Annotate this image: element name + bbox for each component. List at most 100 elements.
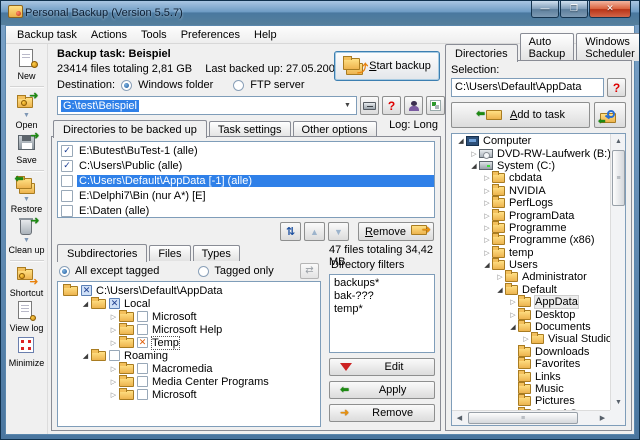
menu-item[interactable]: Help <box>247 27 284 43</box>
menu-item[interactable]: Tools <box>134 27 174 43</box>
directory-list-row[interactable]: C:\Users\Public (alle) <box>58 158 434 173</box>
computer-tree-row[interactable]: Computer <box>452 135 610 147</box>
vertical-scroll-thumb[interactable]: ≡ <box>612 150 625 206</box>
selection-path-input[interactable]: C:\Users\Default\AppData <box>451 78 604 97</box>
sidebar-item-cleanup[interactable]: ➜ ▼ Clean up <box>8 216 44 255</box>
expander-icon[interactable] <box>108 313 119 321</box>
computer-tree-row[interactable]: Pictures <box>452 395 610 407</box>
tab-directories-to-backup[interactable]: Directories to be backed up <box>53 120 207 138</box>
all-except-tagged-label[interactable]: All except tagged <box>75 265 159 277</box>
tagged-only-radio[interactable] <box>198 266 209 277</box>
tag-checkbox[interactable] <box>81 285 92 296</box>
all-except-tagged-radio[interactable] <box>59 266 70 277</box>
expander-icon[interactable] <box>80 300 91 308</box>
directory-checkbox[interactable] <box>61 160 73 172</box>
expander-icon[interactable] <box>108 365 119 373</box>
expander-icon[interactable] <box>482 236 492 244</box>
expander-icon[interactable] <box>508 311 518 319</box>
remove-directory-button[interactable]: Remove ➜ <box>358 222 434 241</box>
sidebar-item-save[interactable]: ➜ Save <box>15 132 39 165</box>
computer-tree-row[interactable]: Default <box>452 284 610 296</box>
expander-icon[interactable] <box>495 273 505 281</box>
directory-list-row[interactable]: E:\Butest\BuTest-1 (alle) <box>58 143 434 158</box>
expander-icon[interactable] <box>482 187 492 195</box>
minimize-window-button[interactable]: — <box>531 1 559 18</box>
computer-tree-row[interactable]: NVIDIA <box>452 185 610 197</box>
tag-checkbox[interactable] <box>137 363 148 374</box>
subdirectory-tree-row[interactable]: Microsoft Help <box>58 323 320 336</box>
computer-tree-row[interactable]: DVD-RW-Laufwerk (B:) <box>452 147 610 159</box>
destination-ftp-radio[interactable] <box>233 80 244 91</box>
computer-tree-row[interactable]: Links <box>452 370 610 382</box>
tab-auto-backup[interactable]: Auto Backup <box>520 33 575 61</box>
move-up-button[interactable]: ▲ <box>304 222 325 241</box>
sidebar-item-shortcut[interactable]: ➜ Shortcut <box>10 265 44 298</box>
computer-tree-row[interactable]: temp <box>452 247 610 259</box>
tab-other-options[interactable]: Other options <box>293 121 377 137</box>
subdirectory-tree-row[interactable]: Microsoft <box>58 310 320 323</box>
sidebar-item-open[interactable]: ➜ ▼ Open <box>15 91 39 130</box>
combo-dropdown-icon[interactable]: ▼ <box>341 99 354 112</box>
sidebar-item-viewlog[interactable]: View log <box>10 300 44 333</box>
apply-filter-button[interactable]: ⬅ Apply <box>329 381 435 399</box>
menu-item[interactable]: Backup task <box>10 27 84 43</box>
vertical-scrollbar[interactable]: ▲ ≡ ▼ <box>610 134 625 410</box>
chevron-down-icon[interactable]: ▼ <box>23 197 30 203</box>
expander-icon[interactable] <box>80 352 91 360</box>
subdirectory-tree-row[interactable]: C:\Users\Default\AppData <box>58 284 320 297</box>
expander-icon[interactable] <box>482 261 492 269</box>
tagged-only-label[interactable]: Tagged only <box>214 265 273 277</box>
expander-icon[interactable] <box>469 150 479 158</box>
chevron-down-icon[interactable]: ▼ <box>23 113 30 119</box>
tag-checkbox[interactable] <box>109 350 120 361</box>
menu-item[interactable]: Preferences <box>174 27 247 43</box>
tag-checkbox[interactable] <box>137 389 148 400</box>
drive-select-button[interactable] <box>360 96 379 115</box>
scroll-down-icon[interactable]: ▼ <box>611 395 626 410</box>
computer-tree-row[interactable]: Documents <box>452 321 610 333</box>
computer-tree[interactable]: Computer DVD-RW-Laufwerk (B:) System (C:… <box>452 135 610 410</box>
directory-checkbox[interactable] <box>61 145 73 157</box>
computer-tree-row[interactable]: Administrator <box>452 271 610 283</box>
expander-icon[interactable] <box>469 162 479 170</box>
expander-icon[interactable] <box>482 174 492 182</box>
computer-tree-row[interactable]: Music <box>452 383 610 395</box>
chevron-down-icon[interactable]: ▼ <box>23 238 30 244</box>
filter-item[interactable]: backups* <box>334 277 430 290</box>
scroll-left-icon[interactable]: ◀ <box>452 411 467 426</box>
computer-tree-row[interactable]: AppData <box>452 296 610 308</box>
expander-icon[interactable] <box>108 378 119 386</box>
expander-icon[interactable] <box>508 323 518 331</box>
path-help-button[interactable]: ? <box>382 96 401 115</box>
tag-checkbox[interactable] <box>137 324 148 335</box>
add-to-task-button[interactable]: ⬅ Add to task <box>451 102 590 128</box>
horizontal-scrollbar[interactable]: ◀ ≡ ▶ <box>452 410 610 425</box>
computer-tree-row[interactable]: ProgramData <box>452 209 610 221</box>
expander-icon[interactable] <box>108 391 119 399</box>
directory-list-row[interactable]: E:\Daten (alle) <box>58 203 434 218</box>
computer-tree-row[interactable]: System (C:) <box>452 160 610 172</box>
refresh-subdirectories-button[interactable]: ⇄ <box>300 263 319 279</box>
target-path-combobox[interactable]: G:\test\Beispiel ▼ <box>57 96 357 115</box>
tag-checkbox[interactable] <box>137 337 148 348</box>
expander-icon[interactable] <box>482 224 492 232</box>
computer-tree-row[interactable]: Favorites <box>452 358 610 370</box>
directory-list-row[interactable]: E:\Delphi7\Bin (nur A*) [E] <box>58 188 434 203</box>
computer-tree-row[interactable]: Desktop <box>452 308 610 320</box>
directory-checkbox[interactable] <box>61 205 73 217</box>
user-fields-button[interactable] <box>404 96 423 115</box>
filter-item[interactable]: temp* <box>334 303 430 316</box>
expander-icon[interactable] <box>495 286 505 294</box>
tab-directories[interactable]: Directories <box>445 44 518 62</box>
expander-icon[interactable] <box>482 199 492 207</box>
computer-tree-row[interactable]: Programme (x86) <box>452 234 610 246</box>
subdirectory-tree-row[interactable]: Media Center Programs <box>58 375 320 388</box>
title-bar[interactable]: Personal Backup (Version 5.5.7) — ❐ ✕ <box>1 1 639 25</box>
remove-filter-button[interactable]: ➜ Remove <box>329 404 435 422</box>
start-backup-button[interactable]: ⤴ Start backup <box>334 51 440 81</box>
directory-checkbox[interactable] <box>61 175 73 187</box>
destination-ftp-label[interactable]: FTP server <box>250 79 304 91</box>
tag-checkbox[interactable] <box>109 298 120 309</box>
subdirectory-tree-row[interactable]: Microsoft <box>58 388 320 401</box>
computer-tree-row[interactable]: PerfLogs <box>452 197 610 209</box>
